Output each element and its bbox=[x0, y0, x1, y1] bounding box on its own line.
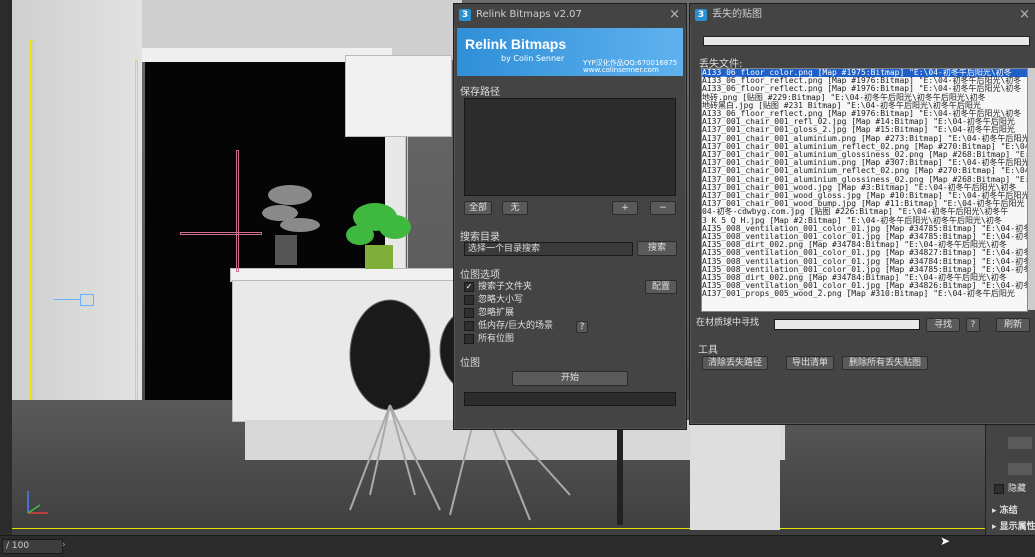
frame-counter[interactable]: / 100 bbox=[2, 539, 63, 554]
search-dir-field[interactable]: 选择一个目录搜索 bbox=[464, 242, 633, 256]
find-in-material-field[interactable] bbox=[774, 319, 920, 330]
delete-all-missing-button[interactable]: 删除所有丢失贴图 bbox=[842, 356, 928, 370]
bitmap-options-label: 位图选项 bbox=[460, 270, 500, 281]
checkbox[interactable] bbox=[464, 294, 474, 305]
wall-cabinet bbox=[345, 55, 452, 137]
add-path-button[interactable]: + bbox=[612, 201, 638, 215]
mouse-cursor-icon: ➤ bbox=[940, 534, 951, 548]
option-ignore-case[interactable]: 忽略大小写 bbox=[464, 294, 553, 307]
low-memory-help-button[interactable]: ? bbox=[576, 321, 588, 333]
all-button[interactable]: 全部 bbox=[464, 201, 492, 215]
checkbox[interactable] bbox=[464, 307, 474, 318]
bitmap-options-list: ✓ 搜索子文件夹 忽略大小写 忽略扩展 低内存/巨大的场景 所有位图 bbox=[464, 281, 553, 346]
guide-line-1 bbox=[236, 150, 239, 272]
missing-file-row[interactable]: AI37_001_props_005_wood_2.png [Map #310:… bbox=[702, 290, 1027, 298]
missing-title: 丢失的贴图 bbox=[712, 9, 762, 20]
next-frame-icon[interactable]: › bbox=[62, 539, 72, 552]
checkbox[interactable] bbox=[464, 320, 474, 331]
save-path-list[interactable] bbox=[464, 98, 676, 196]
missing-titlebar[interactable]: 3 丢失的贴图 × bbox=[690, 4, 1035, 26]
progress-bar bbox=[464, 392, 676, 406]
checkbox-checked[interactable]: ✓ bbox=[464, 281, 474, 292]
relink-title: Relink Bitmaps v2.07 bbox=[476, 9, 582, 20]
relink-titlebar[interactable]: 3 Relink Bitmaps v2.07 × bbox=[454, 4, 686, 26]
freeze-rollout[interactable]: ▸ 冻结 bbox=[992, 505, 1018, 518]
find-in-material-label: 在材质球中寻找 bbox=[696, 318, 760, 328]
config-button[interactable]: 配置 bbox=[645, 280, 677, 294]
hide-checkbox[interactable] bbox=[994, 483, 1004, 494]
find-button[interactable]: 寻找 bbox=[926, 318, 960, 332]
search-button[interactable]: 搜索 bbox=[637, 241, 677, 256]
command-panel-fragment: 隐藏 ▸ 冻结 ▸ 显示属性 bbox=[985, 415, 1035, 535]
floor-selection-line bbox=[12, 528, 1035, 529]
display-rollout[interactable]: ▸ 显示属性 bbox=[992, 521, 1035, 534]
search-dir-label: 搜索目录 bbox=[460, 232, 500, 243]
axis-tripod-icon bbox=[27, 491, 48, 514]
checkbox[interactable] bbox=[464, 333, 474, 344]
plants-graphic bbox=[262, 185, 411, 269]
option-ignore-extension[interactable]: 忽略扩展 bbox=[464, 307, 553, 320]
find-help-button[interactable]: ? bbox=[966, 318, 980, 332]
selection-line-mid bbox=[135, 60, 138, 407]
save-path-label: 保存路径 bbox=[460, 87, 500, 98]
banner-title: Relink Bitmaps bbox=[465, 36, 567, 52]
relink-close-icon[interactable]: × bbox=[669, 4, 680, 26]
relink-banner: Relink Bitmaps by Colin Senner YYP汉化作品QQ… bbox=[457, 28, 683, 76]
right-cabinet bbox=[690, 420, 780, 530]
status-bar: / 100 › ➤ bbox=[0, 534, 1035, 557]
none-button[interactable]: 无 bbox=[502, 201, 528, 215]
command-panel-button[interactable] bbox=[1008, 437, 1032, 449]
refresh-button[interactable]: 刷新 bbox=[996, 318, 1030, 332]
guide-line-2 bbox=[180, 232, 262, 235]
relink-bitmaps-window: 3 Relink Bitmaps v2.07 × Relink Bitmaps … bbox=[453, 3, 687, 430]
selection-line-left bbox=[30, 40, 34, 422]
start-button[interactable]: 开始 bbox=[512, 371, 628, 386]
missing-maps-window: 3 丢失的贴图 × 丢失文件: AI33_06_floor_color.png … bbox=[689, 3, 1035, 425]
clear-missing-paths-button[interactable]: 清除丢失路径 bbox=[702, 356, 768, 370]
missing-close-icon[interactable]: × bbox=[1019, 4, 1030, 26]
bitmap-label: 位图 bbox=[460, 358, 480, 369]
option-low-memory[interactable]: 低内存/巨大的场景 bbox=[464, 320, 553, 333]
tools-label: 工具 bbox=[698, 345, 718, 356]
banner-site: www.colinsenner.com bbox=[583, 66, 659, 74]
missing-files-list[interactable]: AI33_06_floor_color.png [Map #1975:Bitma… bbox=[701, 68, 1028, 312]
missing-list-scrollbar[interactable] bbox=[1028, 68, 1035, 310]
option-all-bitmaps[interactable]: 所有位图 bbox=[464, 333, 553, 346]
remove-path-button[interactable]: − bbox=[650, 201, 676, 215]
command-panel-button-2[interactable] bbox=[1008, 463, 1032, 475]
max-logo-icon: 3 bbox=[695, 9, 707, 21]
max-logo-icon: 3 bbox=[459, 9, 471, 21]
banner-author: by Colin Senner bbox=[501, 54, 565, 63]
left-toolbar-strip[interactable] bbox=[0, 0, 12, 535]
missing-progress-bar bbox=[703, 36, 1030, 46]
hide-option[interactable]: 隐藏 bbox=[994, 483, 1026, 496]
option-search-subfolders[interactable]: ✓ 搜索子文件夹 bbox=[464, 281, 553, 294]
export-list-button[interactable]: 导出清单 bbox=[786, 356, 834, 370]
gizmo-box bbox=[80, 294, 94, 306]
gizmo-line bbox=[54, 299, 80, 300]
